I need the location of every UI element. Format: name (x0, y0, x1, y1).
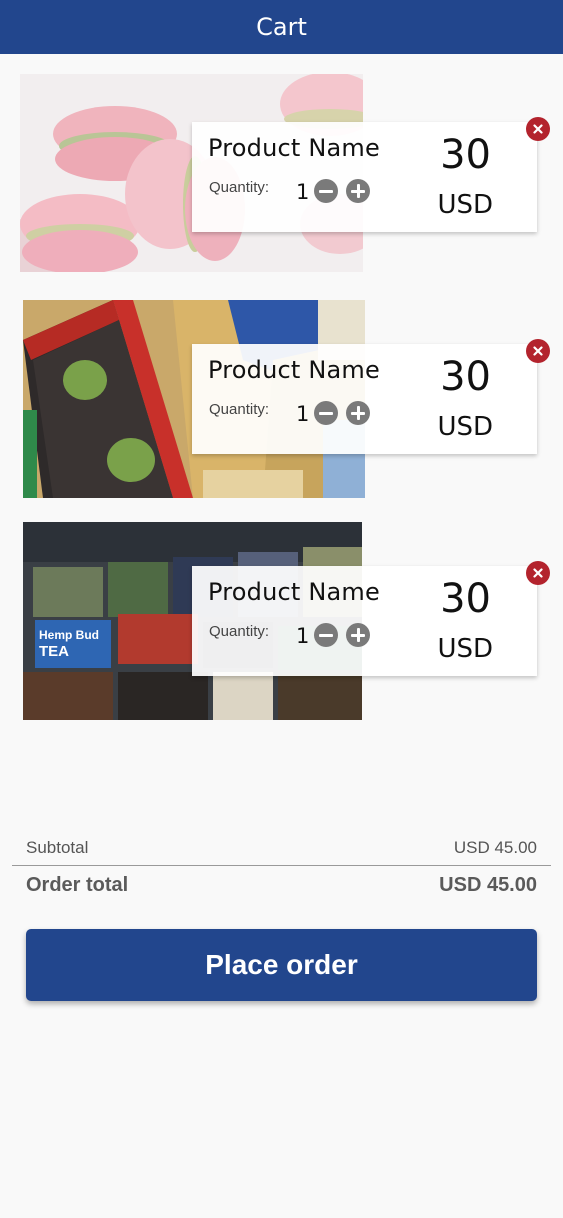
minus-icon[interactable] (314, 401, 338, 425)
product-name: Product Name (208, 134, 380, 162)
price-currency: USD (437, 634, 493, 664)
summary-divider (12, 865, 551, 866)
quantity-label: Quantity: (209, 623, 270, 640)
minus-icon[interactable] (314, 623, 338, 647)
product-info-card: Product Name Quantity: 1 30 USD (192, 122, 537, 232)
quantity-value: 1 (296, 402, 310, 426)
price-amount: 30 (440, 354, 491, 400)
close-icon[interactable] (526, 561, 550, 585)
plus-icon[interactable] (346, 179, 370, 203)
cart-item: Hemp Bud TEA Product Name Quantity: 1 30… (0, 522, 563, 722)
quantity-value: 1 (296, 180, 310, 204)
svg-text:Hemp Bud: Hemp Bud (39, 628, 99, 642)
order-total-value: USD 45.00 (439, 874, 537, 896)
product-info-card: Product Name Quantity: 1 30 USD (192, 344, 537, 454)
plus-icon[interactable] (346, 623, 370, 647)
price-amount: 30 (440, 132, 491, 178)
page-title: Cart (256, 13, 307, 41)
quantity-label: Quantity: (209, 179, 270, 196)
app-header: Cart (0, 0, 563, 54)
subtotal-value: USD 45.00 (453, 838, 537, 857)
product-info-card: Product Name Quantity: 1 30 USD (192, 566, 537, 676)
cart-item: Product Name Quantity: 1 30 USD (0, 300, 563, 500)
subtotal-row: Subtotal USD 45.00 (26, 838, 537, 858)
close-icon[interactable] (526, 117, 550, 141)
place-order-button[interactable]: Place order (26, 929, 537, 1001)
order-total-row: Order total USD 45.00 (26, 874, 537, 897)
product-name: Product Name (208, 356, 380, 384)
plus-icon[interactable] (346, 401, 370, 425)
price-currency: USD (437, 190, 493, 220)
subtotal-label: Subtotal (26, 838, 89, 857)
quantity-value: 1 (296, 624, 310, 648)
close-icon[interactable] (526, 339, 550, 363)
cart-item: Product Name Quantity: 1 30 USD (0, 74, 563, 274)
quantity-label: Quantity: (209, 401, 270, 418)
svg-text:TEA: TEA (39, 643, 69, 660)
price-currency: USD (437, 412, 493, 442)
minus-icon[interactable] (314, 179, 338, 203)
product-name: Product Name (208, 578, 380, 606)
order-total-label: Order total (26, 874, 129, 896)
price-amount: 30 (440, 576, 491, 622)
place-order-label: Place order (205, 949, 358, 980)
